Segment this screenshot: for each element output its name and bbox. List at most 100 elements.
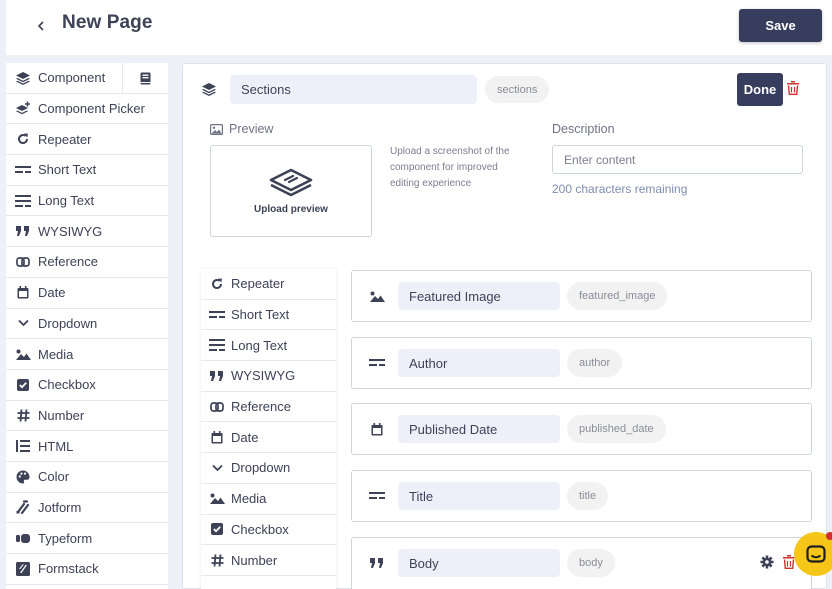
preview-label: Preview xyxy=(210,122,273,136)
sidebar-item-label: Component Picker xyxy=(38,101,145,117)
field-card-title[interactable]: Title title xyxy=(351,470,812,522)
field-slug-badge: featured_image xyxy=(567,282,668,310)
field-slug-badge: author xyxy=(567,349,623,377)
sidebar-item-reference[interactable]: Reference xyxy=(6,247,168,278)
back-button[interactable] xyxy=(28,14,54,38)
notification-dot xyxy=(826,532,832,540)
chevron-down-icon xyxy=(14,315,32,331)
picture-icon xyxy=(210,123,223,135)
quote-icon xyxy=(209,368,225,384)
inner-field-type-list: Repeater Short Text Long Text WYSIWYG Re… xyxy=(201,269,336,589)
trash-icon[interactable] xyxy=(787,81,803,98)
sidebar-item-label: Typeform xyxy=(38,530,93,546)
section-editor-panel: Sections sections Done Preview Upload pr… xyxy=(182,63,827,589)
sidebar-item-label: Checkbox xyxy=(38,377,96,393)
inner-item-reference[interactable]: Reference xyxy=(201,392,336,423)
field-type-sidebar: Component Component Picker Repeater Shor… xyxy=(6,63,168,589)
sidebar-item-date[interactable]: Date xyxy=(6,278,168,309)
link-icon xyxy=(209,399,225,415)
sidebar-item-label: Component xyxy=(38,70,106,86)
field-card-published-date[interactable]: Published Date published_date xyxy=(351,403,812,455)
field-name-input[interactable]: Title xyxy=(398,482,560,510)
inner-item-date[interactable]: Date xyxy=(201,422,336,454)
inner-item-media[interactable]: Media xyxy=(201,484,336,515)
sidebar-item-number[interactable]: Number xyxy=(6,401,168,432)
chevron-down-icon xyxy=(209,460,225,476)
inner-item-label: Dropdown xyxy=(231,460,291,476)
sidebar-item-dropdown[interactable]: Dropdown xyxy=(6,309,168,340)
layers-icon xyxy=(14,70,32,86)
sidebar-item-label: Reference xyxy=(38,254,98,270)
inner-item-label: Repeater xyxy=(231,276,285,292)
inner-item-wysiwyg[interactable]: WYSIWYG xyxy=(201,361,336,392)
sidebar-item-short-text[interactable]: Short Text xyxy=(6,155,168,186)
gear-icon[interactable] xyxy=(760,555,774,574)
sidebar-item-label: Media xyxy=(38,346,74,362)
chat-icon xyxy=(806,545,826,563)
inner-item-label: Media xyxy=(231,491,267,507)
sidebar-item-checkbox[interactable]: Checkbox xyxy=(6,370,168,401)
field-name-input[interactable]: Featured Image xyxy=(398,282,560,310)
field-card-author[interactable]: Author author xyxy=(351,337,812,389)
inner-item-short-text[interactable]: Short Text xyxy=(201,300,336,331)
sidebar-item-label: WYSIWYG xyxy=(38,223,103,239)
description-label: Description xyxy=(552,122,615,136)
inner-item-dropdown[interactable]: Dropdown xyxy=(201,453,336,484)
sidebar-item-wysiwyg[interactable]: WYSIWYG xyxy=(6,216,168,248)
sidebar-item-long-text[interactable]: Long Text xyxy=(6,186,168,217)
sidebar-item-typeform[interactable]: Typeform xyxy=(6,523,168,554)
inner-item-number[interactable]: Number xyxy=(201,545,336,576)
layers-icon xyxy=(201,82,219,98)
save-button[interactable]: Save xyxy=(739,9,822,42)
inner-item-label: Reference xyxy=(231,399,291,415)
short-text-icon xyxy=(369,488,385,504)
inner-item-checkbox[interactable]: Checkbox xyxy=(201,515,336,546)
sidebar-item-html[interactable]: HTML xyxy=(6,431,168,462)
sidebar-item-component[interactable]: Component xyxy=(6,63,168,94)
done-button[interactable]: Done xyxy=(737,73,783,106)
calendar-icon xyxy=(14,285,32,301)
sidebar-item-color[interactable]: Color xyxy=(6,462,168,493)
top-bar: New Page Save xyxy=(6,0,832,55)
image-icon xyxy=(209,491,225,507)
quote-icon xyxy=(369,555,385,571)
short-text-icon xyxy=(209,307,225,323)
short-text-icon xyxy=(369,355,385,371)
redo-icon xyxy=(14,131,32,147)
inner-item-label: Long Text xyxy=(231,337,288,353)
inner-item-repeater[interactable]: Repeater xyxy=(201,269,336,300)
calendar-icon xyxy=(369,421,385,437)
book-icon[interactable] xyxy=(122,63,168,93)
sidebar-item-formstack[interactable]: Formstack xyxy=(6,554,168,585)
upload-preview-label: Upload preview xyxy=(254,203,328,215)
sidebar-item-repeater[interactable]: Repeater xyxy=(6,124,168,156)
field-card-featured-image[interactable]: Featured Image featured_image xyxy=(351,270,812,322)
sidebar-item-media[interactable]: Media xyxy=(6,339,168,370)
field-card-body[interactable]: Body body xyxy=(351,537,812,589)
long-text-icon xyxy=(209,337,225,353)
sidebar-item-label: Dropdown xyxy=(38,315,98,331)
checkbox-icon xyxy=(14,377,32,393)
sidebar-item-label: Long Text xyxy=(38,193,95,209)
redo-icon xyxy=(209,276,225,292)
preview-label-text: Preview xyxy=(229,122,274,136)
inner-item-long-text[interactable]: Long Text xyxy=(201,330,336,362)
hash-icon xyxy=(14,407,32,423)
upload-preview-dropzone[interactable]: Upload preview xyxy=(210,145,372,237)
sidebar-item-label: Repeater xyxy=(38,131,92,147)
characters-remaining: 200 characters remaining xyxy=(552,182,688,196)
sidebar-item-jotform[interactable]: Jotform xyxy=(6,493,168,524)
sidebar-item-label: Formstack xyxy=(38,561,99,577)
field-slug-badge: published_date xyxy=(567,415,666,443)
description-input[interactable] xyxy=(552,145,803,174)
trash-icon[interactable] xyxy=(783,555,795,574)
sidebar-item-component-picker[interactable]: Component Picker xyxy=(6,94,168,125)
inner-item-label: Short Text xyxy=(231,307,290,323)
sidebar-item-label: Number xyxy=(38,407,85,423)
field-name-input[interactable]: Body xyxy=(398,549,560,577)
field-slug-badge: body xyxy=(567,549,615,577)
field-name-input[interactable]: Author xyxy=(398,349,560,377)
image-icon xyxy=(369,288,385,304)
section-name-input[interactable]: Sections xyxy=(230,75,477,104)
field-name-input[interactable]: Published Date xyxy=(398,415,560,443)
